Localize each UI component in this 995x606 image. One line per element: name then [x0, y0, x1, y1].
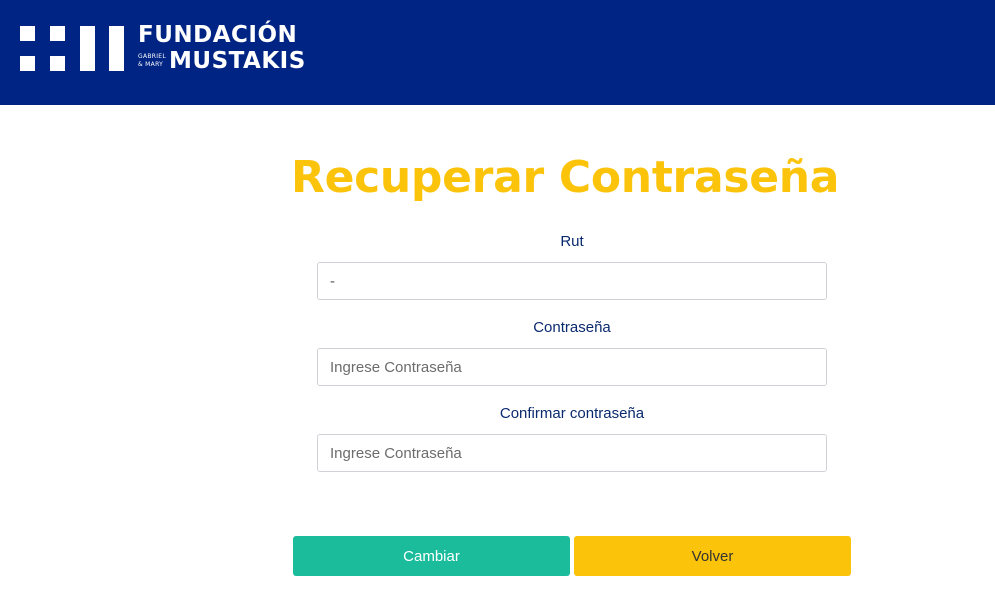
brand-small-top: GABRIEL — [138, 53, 167, 60]
rut-label: Rut — [560, 233, 584, 250]
site-header: FUNDACIÓN GABRIEL & MARY MUSTAKIS — [0, 0, 995, 105]
brand-name-line2-wrap: GABRIEL & MARY MUSTAKIS — [138, 49, 305, 73]
fundacion-logo-icon[interactable] — [20, 26, 124, 71]
page-title: Recuperar Contraseña — [291, 152, 840, 203]
brand-small-bottom: & MARY — [138, 61, 164, 68]
change-button[interactable]: Cambiar — [293, 536, 570, 576]
confirm-password-label: Confirmar contraseña — [499, 405, 645, 422]
password-label: Contraseña — [533, 319, 611, 336]
brand-name-line1: FUNDACIÓN — [138, 22, 298, 48]
confirm-password-input[interactable] — [317, 434, 827, 472]
rut-input[interactable] — [317, 262, 827, 300]
password-input[interactable] — [317, 348, 827, 386]
brand-small-text: GABRIEL & MARY — [138, 53, 166, 69]
brand-name-line2: MUSTAKIS — [169, 48, 306, 74]
brand-logo-text[interactable]: FUNDACIÓN GABRIEL & MARY MUSTAKIS — [138, 22, 305, 73]
back-button[interactable]: Volver — [574, 536, 851, 576]
